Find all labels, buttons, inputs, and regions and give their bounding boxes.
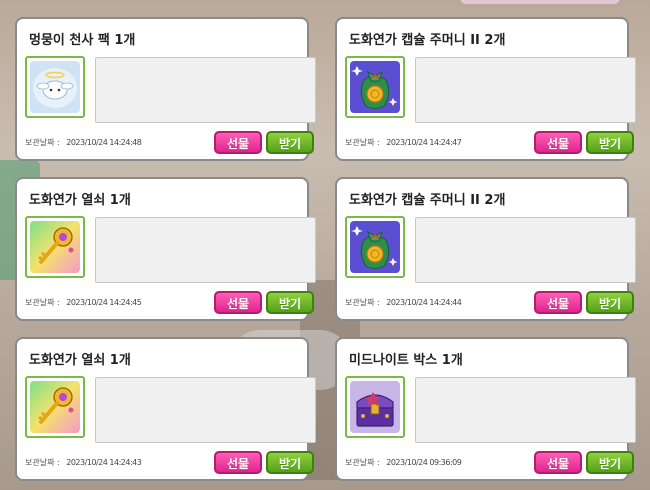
- item-title: 미드나이트 박스 1개: [349, 353, 463, 368]
- receive-button[interactable]: 받기: [586, 291, 634, 314]
- storage-item-card: 도화연가 캡슐 주머니 II 2개 보관날짜 : 2023/10/24 14:2…: [335, 17, 636, 161]
- stored-date-label: 보관날짜 :: [345, 138, 380, 147]
- gift-button[interactable]: 선물: [534, 451, 582, 474]
- gift-button[interactable]: 선물: [214, 131, 262, 154]
- angel-puppy-pack-icon: [30, 61, 80, 113]
- item-description-box: [95, 377, 316, 443]
- item-title: 도화연가 캡슐 주머니 II 2개: [349, 193, 506, 208]
- stored-date-label: 보관날짜 :: [25, 138, 60, 147]
- item-description-box: [415, 377, 636, 443]
- gift-button[interactable]: 선물: [214, 451, 262, 474]
- item-icon-slot[interactable]: [25, 376, 85, 438]
- item-description-box: [95, 57, 316, 123]
- stored-date-row: 보관날짜 : 2023/10/24 14:24:48: [25, 137, 142, 148]
- stored-date-label: 보관날짜 :: [345, 298, 380, 307]
- gift-button[interactable]: 선물: [534, 291, 582, 314]
- stored-date-row: 보관날짜 : 2023/10/24 14:24:43: [25, 457, 142, 468]
- stored-date-label: 보관날짜 :: [25, 458, 60, 467]
- stored-date-value: 2023/10/24 14:24:45: [66, 298, 142, 307]
- storage-item-card: 도화연가 열쇠 1개 보관날짜 : 2023/10/24 14:24:43 선물…: [15, 337, 316, 481]
- receive-button[interactable]: 받기: [266, 451, 314, 474]
- stored-date-label: 보관날짜 :: [345, 458, 380, 467]
- gift-button[interactable]: 선물: [534, 131, 582, 154]
- stored-date-row: 보관날짜 : 2023/10/24 14:24:47: [345, 137, 462, 148]
- gift-button[interactable]: 선물: [214, 291, 262, 314]
- receive-button[interactable]: 받기: [586, 131, 634, 154]
- storage-item-card: 도화연가 열쇠 1개 보관날짜 : 2023/10/24 14:24:45 선물…: [15, 177, 316, 321]
- item-icon-slot[interactable]: [25, 56, 85, 118]
- stored-date-row: 보관날짜 : 2023/10/24 09:36:09: [345, 457, 462, 468]
- item-description-box: [95, 217, 316, 283]
- item-description-box: [415, 57, 636, 123]
- receive-button[interactable]: 받기: [266, 131, 314, 154]
- item-icon-slot[interactable]: [345, 56, 405, 118]
- stored-date-value: 2023/10/24 14:24:43: [66, 458, 142, 467]
- receive-button[interactable]: 받기: [266, 291, 314, 314]
- item-title: 도화연가 캡슐 주머니 II 2개: [349, 33, 506, 48]
- storage-item-card: 멍뭉이 천사 팩 1개 보관날짜 : 2023/10/24 14:24:48 선…: [15, 17, 316, 161]
- stored-date-value: 2023/10/24 09:36:09: [386, 458, 462, 467]
- stored-date-value: 2023/10/24 14:24:47: [386, 138, 462, 147]
- stored-date-row: 보관날짜 : 2023/10/24 14:24:44: [345, 297, 462, 308]
- golden-key-icon: [30, 221, 80, 273]
- item-icon-slot[interactable]: [345, 376, 405, 438]
- item-description-box: [415, 217, 636, 283]
- item-title: 도화연가 열쇠 1개: [29, 193, 131, 208]
- golden-key-icon: [30, 381, 80, 433]
- stored-date-value: 2023/10/24 14:24:48: [66, 138, 142, 147]
- storage-item-card: 도화연가 캡슐 주머니 II 2개 보관날짜 : 2023/10/24 14:2…: [335, 177, 636, 321]
- item-title: 멍뭉이 천사 팩 1개: [29, 33, 136, 48]
- capsule-pouch-icon: [350, 221, 400, 273]
- stored-date-label: 보관날짜 :: [25, 298, 60, 307]
- item-icon-slot[interactable]: [345, 216, 405, 278]
- item-icon-slot[interactable]: [25, 216, 85, 278]
- receive-button[interactable]: 받기: [586, 451, 634, 474]
- item-title: 도화연가 열쇠 1개: [29, 353, 131, 368]
- storage-item-card: 미드나이트 박스 1개 보관날짜 : 2023/10/24 09:36:09 선…: [335, 337, 636, 481]
- stored-date-value: 2023/10/24 14:24:44: [386, 298, 462, 307]
- midnight-box-icon: [350, 381, 400, 433]
- stored-date-row: 보관날짜 : 2023/10/24 14:24:45: [25, 297, 142, 308]
- capsule-pouch-icon: [350, 61, 400, 113]
